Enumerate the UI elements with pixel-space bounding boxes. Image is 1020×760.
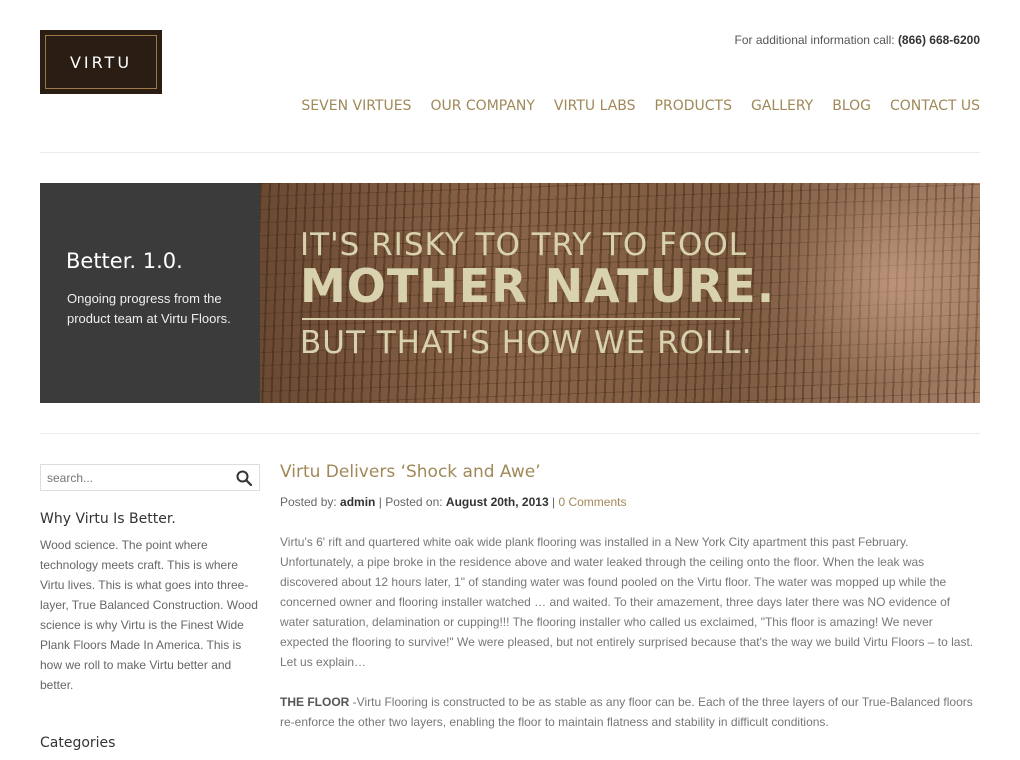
comments-link[interactable]: 0 Comments <box>558 495 626 509</box>
search-input[interactable] <box>41 465 233 490</box>
posted-on-label: Posted on: <box>385 495 443 509</box>
posted-by-label: Posted by: <box>280 495 337 509</box>
logo-text: VIRTU <box>69 52 133 72</box>
search-box <box>40 464 260 491</box>
hero-image: IT'S RISKY TO TRY TO FOOL MOTHER NATURE.… <box>260 183 980 403</box>
face-overlay-image <box>770 183 980 403</box>
post-meta: Posted by: admin | Posted on: August 20t… <box>280 495 626 509</box>
banner-line-2: MOTHER NATURE. <box>300 259 776 313</box>
nav-contact-us[interactable]: CONTACT US <box>890 98 980 114</box>
post-title[interactable]: Virtu Delivers ‘Shock and Awe’ <box>280 462 541 482</box>
contact-phone: (866) 668-6200 <box>897 33 980 47</box>
meta-separator: | <box>378 495 382 509</box>
why-virtu-heading: Why Virtu Is Better. <box>40 511 176 527</box>
nav-our-company[interactable]: OUR COMPANY <box>430 98 534 114</box>
banner-line-3: BUT THAT'S HOW WE ROLL. <box>300 325 753 361</box>
hero-banner: Better. 1.0. Ongoing progress from the p… <box>40 183 980 403</box>
nav-gallery[interactable]: GALLERY <box>751 98 813 114</box>
header-divider <box>40 152 980 153</box>
post-paragraph: Virtu's 6' rift and quartered white oak … <box>280 535 974 669</box>
contact-prefix: For additional information call: <box>734 33 895 47</box>
why-virtu-text: Wood science. The point where technology… <box>40 538 258 692</box>
logo-frame: VIRTU <box>45 35 157 89</box>
main-nav: SEVEN VIRTUES OUR COMPANY VIRTU LABS PRO… <box>301 98 980 114</box>
nav-seven-virtues[interactable]: SEVEN VIRTUES <box>301 98 411 114</box>
post-date: August 20th, 2013 <box>445 495 549 509</box>
banner-divider <box>302 318 740 320</box>
hero-divider <box>40 433 980 434</box>
paragraph-text: -Virtu Flooring is constructed to be as … <box>280 695 973 729</box>
search-icon[interactable] <box>235 469 253 487</box>
nav-products[interactable]: PRODUCTS <box>655 98 732 114</box>
meta-separator: | <box>551 495 556 509</box>
nav-blog[interactable]: BLOG <box>832 98 871 114</box>
hero-text-panel: Better. 1.0. Ongoing progress from the p… <box>40 183 260 403</box>
categories-heading: Categories <box>40 735 116 751</box>
virtu-logo[interactable]: VIRTU <box>40 30 162 94</box>
nav-virtu-labs[interactable]: VIRTU LABS <box>554 98 636 114</box>
hero-title: Better. 1.0. <box>66 249 183 273</box>
post-paragraph: THE FLOOR -Virtu Flooring is constructed… <box>280 692 980 732</box>
post-author: admin <box>340 495 376 509</box>
paragraph-lead: THE FLOOR <box>280 695 350 709</box>
post-body: Virtu's 6' rift and quartered white oak … <box>280 532 980 752</box>
contact-info: For additional information call: (866) 6… <box>735 33 980 47</box>
hero-subtitle: Ongoing progress from the product team a… <box>67 291 231 326</box>
banner-line-1: IT'S RISKY TO TRY TO FOOL <box>300 227 748 263</box>
